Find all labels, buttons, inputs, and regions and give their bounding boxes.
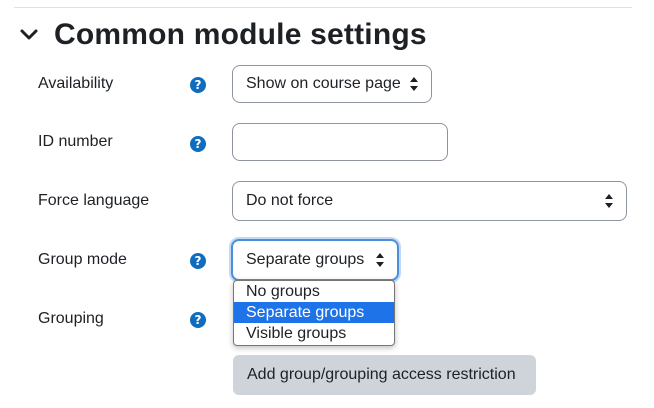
help-glyph: ? (194, 137, 202, 151)
section-divider (14, 7, 632, 8)
up-down-caret-icon (605, 194, 613, 208)
question-circle-icon[interactable]: ? (190, 136, 206, 152)
group-mode-value: Separate groups (246, 251, 365, 268)
up-down-caret-icon (376, 253, 384, 267)
force-language-select[interactable]: Do not force (232, 181, 627, 221)
group-mode-dropdown: No groups Separate groups Visible groups (233, 280, 395, 346)
group-mode-select[interactable]: Separate groups (231, 239, 399, 281)
id-number-input[interactable] (232, 123, 448, 161)
group-mode-option-selected[interactable]: Separate groups (234, 302, 394, 323)
help-glyph: ? (194, 254, 202, 268)
grouping-label: Grouping (38, 310, 104, 327)
group-mode-option[interactable]: No groups (234, 281, 394, 302)
force-language-label: Force language (38, 192, 150, 209)
availability-label: Availability (38, 75, 114, 92)
section-collapse-toggle[interactable]: Common module settings (18, 18, 427, 52)
question-circle-icon[interactable]: ? (190, 253, 206, 269)
group-mode-option[interactable]: Visible groups (234, 323, 394, 344)
add-restriction-button[interactable]: Add group/grouping access restriction (233, 355, 536, 395)
force-language-value: Do not force (246, 192, 334, 209)
question-circle-icon[interactable]: ? (190, 312, 206, 328)
id-number-label: ID number (38, 133, 113, 150)
availability-value: Show on course page (246, 75, 401, 92)
group-mode-label: Group mode (38, 251, 127, 268)
help-glyph: ? (194, 78, 202, 92)
availability-select[interactable]: Show on course page (232, 65, 432, 103)
section-title: Common module settings (54, 18, 427, 51)
question-circle-icon[interactable]: ? (190, 77, 206, 93)
up-down-caret-icon (410, 77, 418, 91)
chevron-down-icon (20, 29, 38, 40)
help-glyph: ? (194, 313, 202, 327)
